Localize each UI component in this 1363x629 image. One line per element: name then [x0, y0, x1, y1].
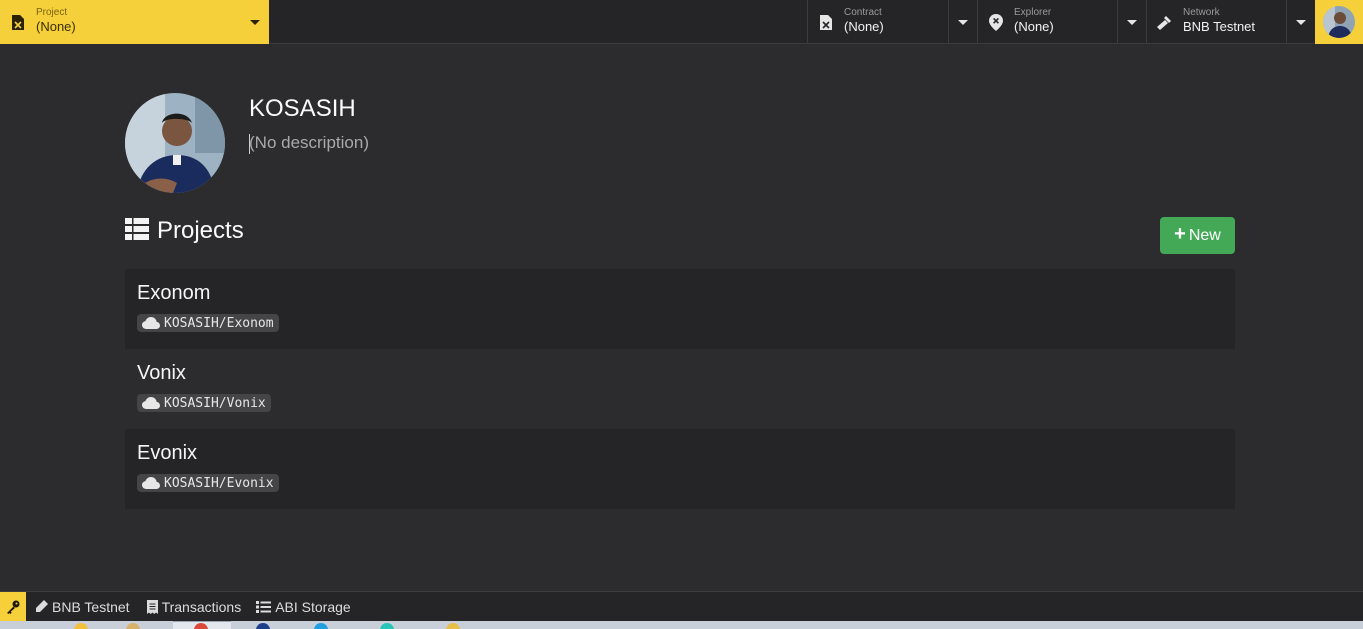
project-path-badge: KOSASIH/Evonix — [137, 474, 279, 492]
project-path: KOSASIH/Exonom — [164, 315, 274, 331]
list-item[interactable]: Evonix KOSASIH/Evonix — [125, 429, 1235, 509]
contract-dropdown-caret[interactable] — [948, 0, 976, 44]
hammer-icon — [1147, 15, 1183, 30]
taskbar-app-icon[interactable] — [256, 623, 270, 629]
taskbar-app-icon[interactable] — [74, 623, 88, 629]
project-name: Exonom — [137, 282, 211, 304]
project-list: Exonom KOSASIH/Exonom Vonix KOSASIH/Voni… — [125, 269, 1235, 509]
project-selector[interactable]: Project (None) — [0, 0, 269, 44]
cloud-icon — [142, 317, 160, 329]
user-description[interactable]: (No description) — [249, 133, 369, 153]
new-project-button[interactable]: + New — [1160, 217, 1235, 254]
list-item[interactable]: Vonix KOSASIH/Vonix — [125, 349, 1235, 429]
new-project-label: New — [1188, 226, 1221, 244]
taskbar-app-icon[interactable] — [380, 623, 394, 629]
taskbar-app-icon[interactable] — [314, 623, 328, 629]
taskbar-app-icon[interactable] — [126, 623, 140, 629]
network-value: BNB Testnet — [1183, 19, 1256, 34]
network-selector[interactable]: Network BNB Testnet — [1146, 0, 1314, 44]
statusbar-network-label: BNB Testnet — [52, 598, 130, 615]
cloud-icon — [142, 397, 160, 409]
list-item[interactable]: Exonom KOSASIH/Exonom — [125, 269, 1235, 349]
map-pin-icon — [978, 13, 1014, 31]
explorer-selector[interactable]: Explorer (None) — [977, 0, 1145, 44]
contract-value: (None) — [844, 19, 884, 34]
top-bar: Project (None) Contract (None) Explorer … — [0, 0, 1363, 44]
project-path-badge: KOSASIH/Vonix — [137, 394, 271, 412]
project-value: (None) — [36, 19, 76, 34]
explorer-dropdown-caret[interactable] — [1117, 0, 1145, 44]
plus-icon: + — [1174, 223, 1186, 245]
key-icon — [7, 600, 20, 614]
explorer-label: Explorer — [1014, 7, 1052, 18]
network-label: Network — [1183, 7, 1220, 18]
project-label: Project — [36, 7, 68, 18]
project-path: KOSASIH/Evonix — [164, 475, 274, 491]
projects-header: Projects — [125, 217, 244, 245]
receipt-icon — [146, 599, 158, 614]
file-x-icon — [0, 14, 36, 30]
projects-title: Projects — [157, 217, 244, 244]
key-button[interactable] — [0, 591, 26, 622]
network-dropdown-caret[interactable] — [1286, 0, 1314, 44]
statusbar-abi-storage-label: ABI Storage — [275, 598, 351, 615]
table-icon — [125, 217, 149, 245]
statusbar-transactions[interactable]: Transactions — [146, 598, 242, 615]
profile-page: KOSASIH (No description) Projects + New … — [0, 45, 1363, 591]
project-path-badge: KOSASIH/Exonom — [137, 314, 279, 332]
project-path: KOSASIH/Vonix — [164, 395, 266, 411]
profile-avatar — [125, 93, 225, 193]
chevron-down-icon — [1295, 19, 1306, 25]
statusbar-transactions-label: Transactions — [161, 598, 242, 615]
chevron-down-icon — [957, 19, 968, 25]
statusbar-abi-storage[interactable]: ABI Storage — [256, 599, 351, 615]
file-x-icon — [808, 14, 844, 30]
user-menu-button[interactable] — [1315, 0, 1363, 44]
status-bar: BNB Testnet Transactions ABI Storage — [0, 591, 1363, 622]
user-name: KOSASIH — [249, 95, 356, 122]
contract-label: Contract — [844, 7, 882, 18]
chevron-down-icon — [250, 19, 260, 25]
chevron-down-icon — [1126, 19, 1137, 25]
os-taskbar — [0, 621, 1363, 629]
project-name: Evonix — [137, 442, 198, 464]
avatar — [1323, 6, 1355, 38]
contract-selector[interactable]: Contract (None) — [807, 0, 976, 44]
explorer-value: (None) — [1014, 19, 1054, 34]
cloud-icon — [142, 477, 160, 489]
taskbar-app-icon[interactable] — [446, 623, 460, 629]
pencil-icon — [36, 600, 48, 612]
statusbar-network[interactable]: BNB Testnet — [35, 599, 130, 615]
text-cursor — [249, 134, 250, 154]
project-name: Vonix — [137, 362, 186, 384]
list-icon — [256, 600, 272, 613]
project-dropdown-caret[interactable] — [241, 0, 269, 44]
